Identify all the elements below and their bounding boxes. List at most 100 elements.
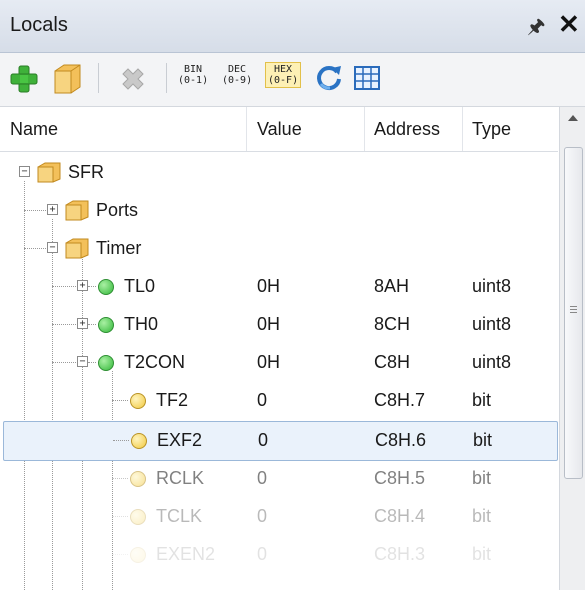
tree-item-value[interactable]: 0 bbox=[257, 544, 267, 565]
tree-item-name: EXEN2 bbox=[156, 544, 216, 564]
folder-icon[interactable] bbox=[52, 61, 84, 95]
tree-row-t2con[interactable]: − T2CON 0H C8H uint8 bbox=[0, 343, 558, 381]
tree-item-type: uint8 bbox=[472, 314, 512, 334]
tree-row-tl0[interactable]: + TL0 0H 8AH uint8 bbox=[0, 267, 558, 305]
collapse-icon[interactable]: − bbox=[47, 242, 58, 253]
tree-row-rclk[interactable]: RCLK 0 C8H.5 bit bbox=[0, 459, 558, 497]
dec-format-button[interactable]: DEC (0-9) bbox=[222, 64, 252, 86]
tree-item-address: C8H.5 bbox=[374, 468, 426, 488]
tree-item-type: bit bbox=[472, 544, 492, 564]
collapse-icon[interactable]: − bbox=[19, 166, 30, 177]
bit-icon bbox=[130, 393, 146, 409]
column-header-name[interactable]: Name bbox=[10, 119, 58, 140]
tree-connector bbox=[112, 554, 128, 555]
dec-label: DEC bbox=[228, 64, 247, 75]
tree-row-tclk[interactable]: TCLK 0 C8H.4 bit bbox=[0, 497, 558, 535]
column-header-value[interactable]: Value bbox=[257, 119, 302, 140]
tree-item-address: C8H.7 bbox=[374, 390, 426, 410]
tree-item-address: C8H.3 bbox=[374, 544, 426, 564]
tree-item-address: C8H.6 bbox=[375, 430, 427, 450]
tree-item-type: bit bbox=[472, 506, 492, 526]
expand-icon[interactable]: + bbox=[47, 204, 58, 215]
tree-connector bbox=[112, 478, 128, 479]
folder-icon bbox=[37, 162, 61, 183]
tree-connector bbox=[52, 286, 76, 287]
tree-item-value[interactable]: 0 bbox=[257, 468, 267, 489]
tree-row-ports[interactable]: + Ports bbox=[0, 191, 558, 229]
variable-icon bbox=[98, 317, 114, 333]
collapse-icon[interactable]: − bbox=[77, 356, 88, 367]
expand-icon[interactable]: + bbox=[77, 280, 88, 291]
tree-item-value[interactable]: 0H bbox=[257, 276, 280, 297]
refresh-icon[interactable] bbox=[314, 61, 344, 95]
tree-item-address: C8H bbox=[374, 352, 411, 372]
bin-label: BIN bbox=[184, 64, 203, 75]
tree-item-address: 8CH bbox=[374, 314, 411, 334]
tree-row-exen2[interactable]: EXEN2 0 C8H.3 bit bbox=[0, 535, 558, 573]
column-header-address[interactable]: Address bbox=[374, 119, 440, 140]
tree-item-value[interactable]: 0 bbox=[257, 390, 267, 411]
bit-icon bbox=[130, 509, 146, 525]
tree-item-name: EXF2 bbox=[157, 430, 203, 450]
panel-title-bar[interactable]: Locals 🖈 ✕ bbox=[0, 0, 585, 53]
tree-connector bbox=[112, 400, 128, 401]
expand-icon[interactable]: + bbox=[77, 318, 88, 329]
pin-icon[interactable]: 🖈 bbox=[527, 12, 546, 46]
delete-icon[interactable] bbox=[118, 61, 148, 95]
tree-item-address: C8H.4 bbox=[374, 506, 426, 526]
tree-connector bbox=[113, 440, 129, 441]
tree-item-name: RCLK bbox=[156, 468, 205, 488]
tree-item-name: Ports bbox=[96, 200, 139, 220]
grid-icon[interactable] bbox=[352, 61, 382, 95]
tree-item-name: Timer bbox=[96, 238, 142, 258]
dec-range: (0-9) bbox=[222, 75, 253, 86]
tree-row-th0[interactable]: + TH0 0H 8CH uint8 bbox=[0, 305, 558, 343]
tree-connector bbox=[88, 286, 96, 287]
tree-connector bbox=[52, 362, 76, 363]
tree-connector bbox=[52, 324, 76, 325]
tree-item-name: TL0 bbox=[124, 276, 156, 296]
hex-range: (0-F) bbox=[268, 75, 299, 86]
hex-format-button[interactable]: HEX (0-F) bbox=[265, 62, 302, 88]
tree-item-name: TF2 bbox=[156, 390, 189, 410]
tree-item-name: TH0 bbox=[124, 314, 159, 334]
tree-row-sfr[interactable]: − SFR bbox=[0, 153, 558, 191]
column-separator[interactable] bbox=[246, 107, 247, 151]
tree-item-value[interactable]: 0H bbox=[257, 352, 280, 373]
tree-connector bbox=[24, 210, 46, 211]
tree-row-timer[interactable]: − Timer bbox=[0, 229, 558, 267]
tree-item-value[interactable]: 0 bbox=[258, 430, 268, 451]
column-separator[interactable] bbox=[462, 107, 463, 151]
column-header-type[interactable]: Type bbox=[472, 119, 511, 140]
tree-connector bbox=[112, 516, 128, 517]
hex-label: HEX bbox=[274, 64, 293, 75]
tree-item-value[interactable]: 0H bbox=[257, 314, 280, 335]
tree-item-type: bit bbox=[473, 430, 493, 450]
tree-item-name: SFR bbox=[68, 162, 104, 182]
tree-row-exf2[interactable]: EXF2 0 C8H.6 bit bbox=[3, 421, 558, 461]
toolbar: BIN (0-1) DEC (0-9) HEX (0-F) bbox=[0, 53, 585, 107]
bit-icon bbox=[130, 547, 146, 563]
scroll-grip-icon bbox=[570, 306, 577, 307]
tree-item-name: T2CON bbox=[124, 352, 186, 372]
tree-item-type: bit bbox=[472, 468, 492, 488]
add-icon[interactable] bbox=[10, 61, 38, 95]
scroll-thumb[interactable] bbox=[564, 147, 583, 479]
panel-title: Locals bbox=[10, 14, 68, 36]
tree-item-name: TCLK bbox=[156, 506, 203, 526]
locals-panel: Locals 🖈 ✕ BIN (0-1) DEC (0-9) HEX (0-F)… bbox=[0, 0, 585, 590]
toolbar-separator bbox=[98, 63, 99, 93]
column-separator[interactable] bbox=[364, 107, 365, 151]
tree-item-value[interactable]: 0 bbox=[257, 506, 267, 527]
close-icon[interactable]: ✕ bbox=[558, 9, 580, 40]
tree-item-type: uint8 bbox=[472, 276, 512, 296]
variable-icon bbox=[98, 355, 114, 371]
bin-format-button[interactable]: BIN (0-1) bbox=[178, 64, 208, 86]
tree-item-address: 8AH bbox=[374, 276, 410, 296]
tree-item-type: bit bbox=[472, 390, 492, 410]
vertical-scrollbar[interactable] bbox=[559, 107, 585, 590]
bit-icon bbox=[130, 471, 146, 487]
scroll-up-arrow-icon[interactable] bbox=[568, 115, 578, 121]
tree-connector bbox=[88, 324, 96, 325]
tree-row-tf2[interactable]: TF2 0 C8H.7 bit bbox=[0, 381, 558, 419]
